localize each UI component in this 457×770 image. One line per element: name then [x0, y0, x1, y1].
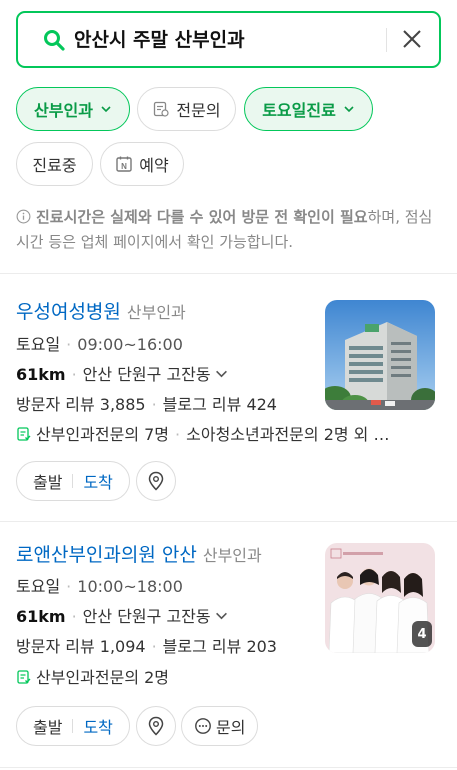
map-pin-button[interactable]	[136, 706, 176, 746]
filter-chip-saturday[interactable]: 토요일진료	[244, 87, 373, 131]
doctor-doc-icon	[154, 101, 170, 117]
specialists-extra: 소아청소년과전문의 2명 외 …	[186, 425, 390, 444]
hospital-photo[interactable]: 4	[325, 543, 435, 653]
filter-chip-specialist[interactable]: 전문의	[137, 87, 236, 131]
divider	[0, 767, 457, 768]
doctor-doc-icon	[17, 670, 31, 684]
map-pin-button[interactable]	[136, 461, 176, 501]
map-pin-icon	[148, 471, 164, 491]
hospital-building-image	[325, 300, 435, 410]
inquiry-label: 문의	[216, 718, 246, 737]
filter-chip-label: 전문의	[176, 101, 221, 120]
result-specialists: 산부인과전문의 7명 · 소아청소년과전문의 2명 외 …	[16, 423, 389, 447]
visitor-reviews[interactable]: 방문자 리뷰 1,094	[16, 637, 146, 656]
result-name-link[interactable]: 로앤산부인과의원 안산	[16, 544, 197, 566]
filter-chip-label: 토요일진료	[262, 101, 336, 120]
specialists-count: 산부인과전문의 2명	[36, 668, 170, 687]
filter-chip-label: 산부인과	[34, 101, 93, 120]
directions-button-group: 출발 도착	[16, 461, 130, 501]
directions-button-group: 출발 도착	[16, 706, 130, 746]
result-reviews: 방문자 리뷰 3,885 · 블로그 리뷰 424	[16, 395, 277, 414]
result-reviews: 방문자 리뷰 1,094 · 블로그 리뷰 203	[16, 637, 277, 656]
blog-reviews[interactable]: 블로그 리뷰 424	[163, 395, 277, 414]
search-box[interactable]: 안산시 주말 산부인과	[16, 11, 441, 68]
photo-count-badge: 4	[412, 621, 432, 647]
doctor-doc-icon	[17, 427, 31, 441]
filter-chip-booking[interactable]: N 예약	[100, 142, 184, 186]
result-address: 안산 단원구 고잔동	[82, 365, 211, 384]
map-pin-icon	[148, 716, 164, 736]
visitor-reviews[interactable]: 방문자 리뷰 3,885	[16, 395, 146, 414]
specialists-count: 산부인과전문의 7명	[36, 425, 170, 444]
result-specialists: 산부인과전문의 2명	[16, 666, 169, 690]
hospital-photo[interactable]	[325, 300, 435, 410]
result-location[interactable]: 61km · 안산 단원구 고잔동	[16, 363, 228, 387]
result-category: 산부인과	[202, 546, 262, 565]
divider	[0, 273, 457, 274]
result-title: 우성여성병원 산부인과	[16, 299, 186, 326]
arrive-button[interactable]: 도착	[73, 469, 128, 493]
notice-bold: 진료시간은 실제와 다를 수 있어 방문 전 확인이 필요	[36, 208, 368, 226]
chat-bubble-icon	[195, 718, 211, 734]
result-address: 안산 단원구 고잔동	[82, 607, 211, 626]
chevron-down-icon	[101, 106, 111, 113]
result-hours: 토요일 · 09:00~16:00	[16, 335, 183, 354]
inquiry-button[interactable]: 문의	[181, 706, 259, 746]
chevron-down-icon	[215, 612, 227, 620]
result-category: 산부인과	[126, 303, 186, 322]
hours-notice: 진료시간은 실제와 다를 수 있어 방문 전 확인이 필요하며, 점심시간 등은…	[16, 205, 441, 255]
search-query[interactable]: 안산시 주말 산부인과	[74, 27, 245, 53]
result-day: 토요일	[16, 335, 61, 354]
search-divider	[386, 28, 387, 52]
filter-chip-obgyn[interactable]: 산부인과	[16, 87, 130, 131]
blog-reviews[interactable]: 블로그 리뷰 203	[163, 637, 277, 656]
result-title: 로앤산부인과의원 안산 산부인과	[16, 542, 262, 569]
divider	[0, 521, 457, 522]
result-distance: 61km	[16, 365, 66, 384]
depart-button[interactable]: 출발	[17, 469, 72, 493]
arrive-button[interactable]: 도착	[73, 714, 128, 738]
filter-chip-label: 진료중	[32, 156, 77, 175]
chevron-down-icon	[215, 370, 227, 378]
result-time: 09:00~16:00	[77, 335, 183, 354]
depart-button[interactable]: 출발	[17, 714, 72, 738]
result-name-link[interactable]: 우성여성병원	[16, 301, 121, 323]
naver-booking-icon: N	[116, 156, 132, 172]
result-time: 10:00~18:00	[77, 577, 183, 596]
svg-text:N: N	[121, 162, 127, 171]
filter-chip-open-now[interactable]: 진료중	[16, 142, 93, 186]
close-icon[interactable]	[401, 28, 423, 50]
result-hours: 토요일 · 10:00~18:00	[16, 577, 183, 596]
result-distance: 61km	[16, 607, 66, 626]
info-icon	[16, 209, 31, 224]
result-day: 토요일	[16, 577, 61, 596]
search-icon	[44, 30, 65, 51]
filter-chip-label: 예약	[139, 156, 169, 175]
result-location[interactable]: 61km · 안산 단원구 고잔동	[16, 605, 228, 629]
chevron-down-icon	[344, 106, 354, 113]
